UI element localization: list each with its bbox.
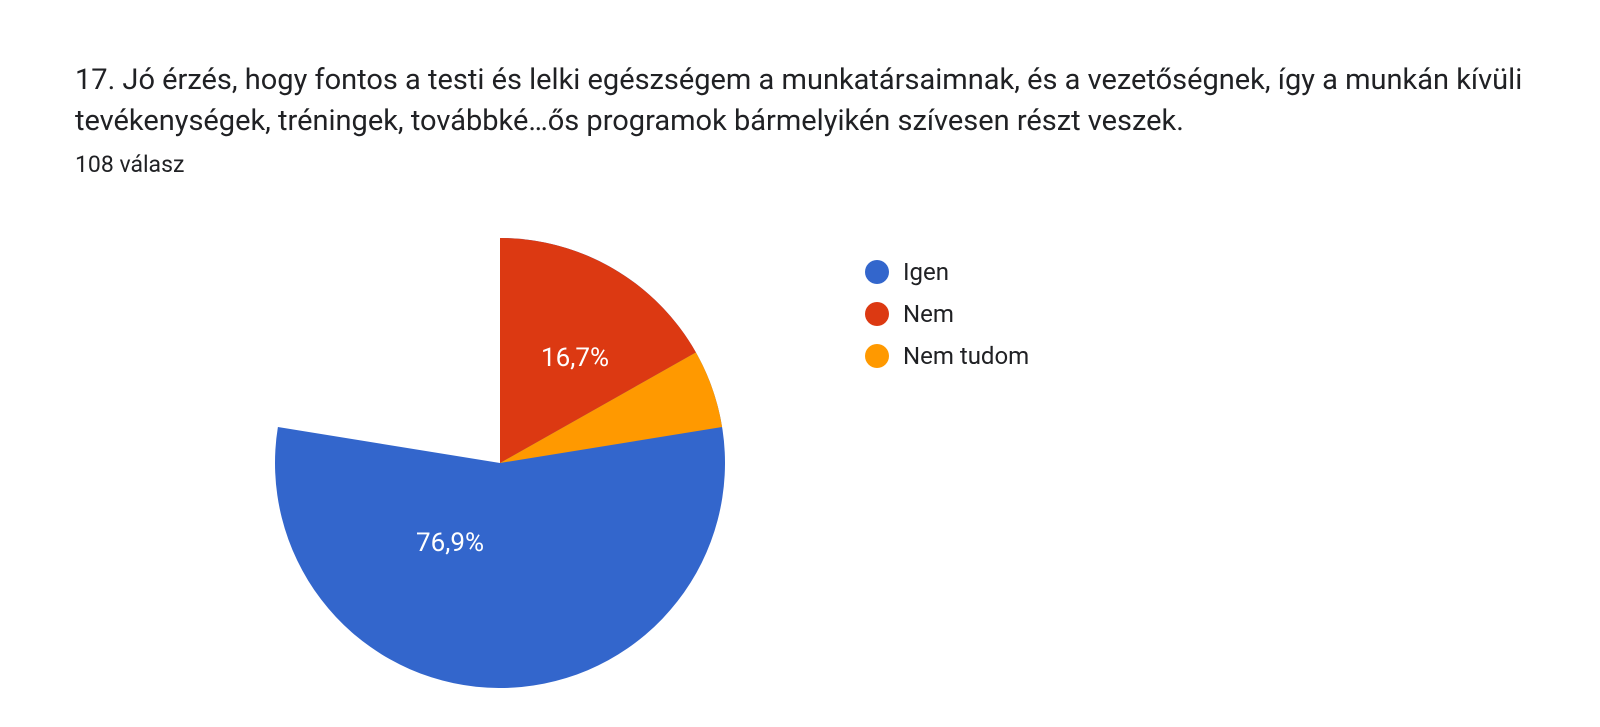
pie-chart: 76,9% 16,7% [275,238,725,688]
legend-swatch-nem [865,302,889,326]
legend-item-nem: Nem [865,300,1029,328]
legend-item-igen: Igen [865,258,1029,286]
response-count: 108 válasz [75,151,1525,178]
legend: Igen Nem Nem tudom [865,238,1029,370]
legend-item-nemtudom: Nem tudom [865,342,1029,370]
legend-swatch-igen [865,260,889,284]
legend-label-nem: Nem [903,300,954,328]
chart-area: 76,9% 16,7% Igen Nem Nem tudom [75,218,1525,688]
legend-label-nemtudom: Nem tudom [903,342,1029,370]
legend-swatch-nemtudom [865,344,889,368]
pie-label-igen: 76,9% [416,528,484,558]
legend-label-igen: Igen [903,258,949,286]
pie-svg [275,238,725,688]
chart-title: 17. Jó érzés, hogy fontos a testi és lel… [75,60,1525,141]
pie-label-nem: 16,7% [541,343,609,373]
